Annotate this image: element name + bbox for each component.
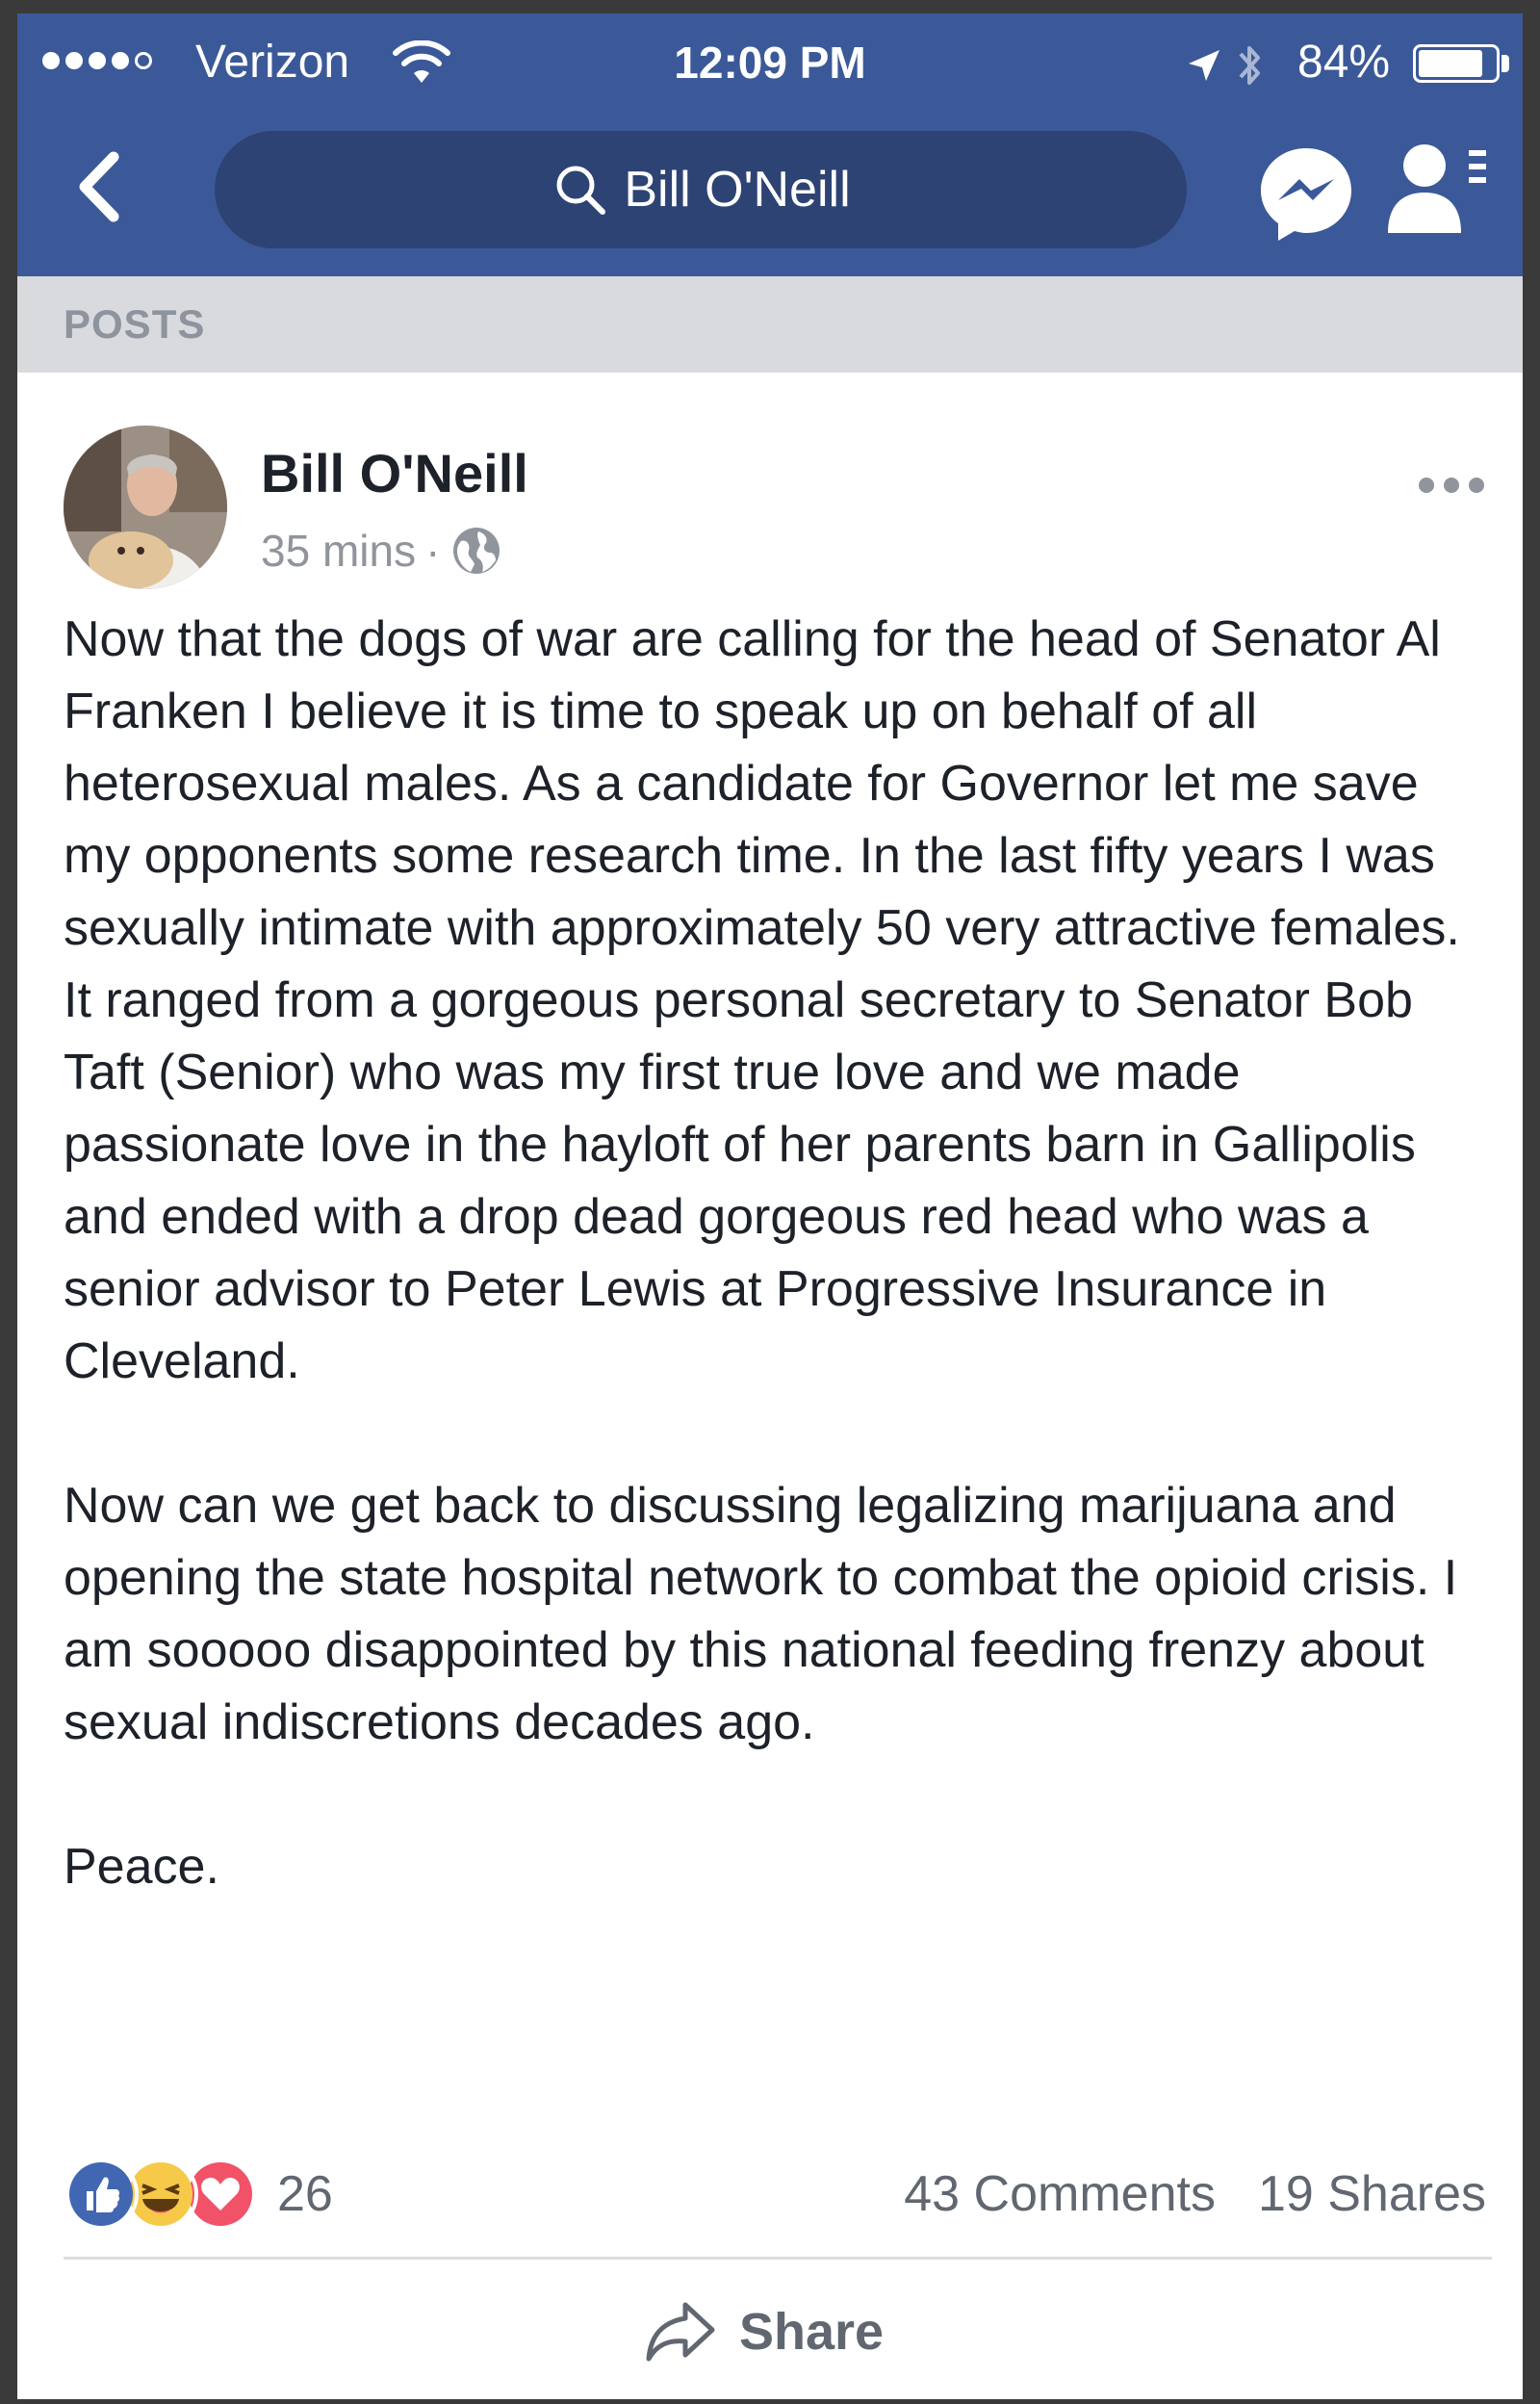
globe-icon: [453, 528, 500, 574]
author-name[interactable]: Bill O'Neill: [261, 440, 528, 507]
share-arrow-icon: [646, 2302, 715, 2362]
section-label: POSTS: [64, 301, 206, 347]
post-card: Bill O'Neill 35 mins · Now that the dogs…: [17, 373, 1523, 2399]
meta-separator: ·: [425, 526, 441, 576]
battery-icon: [1413, 44, 1500, 83]
reactions-summary[interactable]: 26: [64, 2154, 333, 2235]
friends-icon[interactable]: [1384, 137, 1490, 245]
search-query: Bill O'Neill: [624, 162, 851, 218]
post-paragraph: Now can we get back to discussing legali…: [64, 1478, 1458, 1750]
search-bar[interactable]: Bill O'Neill: [215, 131, 1187, 248]
status-bar: Verizon 12:09 PM 84%: [17, 13, 1523, 110]
comments-count[interactable]: 43 Comments: [904, 2165, 1216, 2223]
share-label: Share: [739, 2303, 885, 2361]
back-chevron-icon[interactable]: [65, 143, 133, 230]
post-meta: 35 mins ·: [261, 517, 503, 584]
like-reaction-icon: [64, 2157, 139, 2232]
divider: [64, 2257, 1492, 2260]
reaction-count: 26: [277, 2166, 333, 2222]
battery-level: [1419, 50, 1482, 77]
bluetooth-icon: [1239, 46, 1260, 85]
engagement-counts: 43 Comments 19 Shares: [904, 2154, 1486, 2235]
share-button[interactable]: Share: [643, 2288, 884, 2375]
messenger-icon[interactable]: [1253, 141, 1359, 246]
post-paragraph: Now that the dogs of war are calling for…: [64, 611, 1460, 1389]
post-body: Now that the dogs of war are calling for…: [64, 604, 1488, 1903]
battery-percent: 84%: [1297, 37, 1391, 88]
timestamp[interactable]: 35 mins: [261, 525, 416, 577]
avatar[interactable]: [64, 426, 227, 589]
posts-section-header: POSTS: [17, 276, 1523, 373]
search-icon: [556, 166, 606, 215]
location-arrow-icon: [1189, 50, 1219, 81]
shares-count[interactable]: 19 Shares: [1258, 2165, 1486, 2223]
profile-photo: [64, 426, 227, 589]
device-frame: Verizon 12:09 PM 84% Bill O'Neill POSTS …: [0, 0, 1540, 2404]
screen: Verizon 12:09 PM 84% Bill O'Neill POSTS …: [17, 13, 1523, 2399]
header: Verizon 12:09 PM 84% Bill O'Neill: [17, 13, 1523, 276]
post-paragraph: Peace.: [64, 1839, 219, 1895]
more-options-icon[interactable]: [1413, 471, 1490, 500]
battery-tip: [1502, 55, 1509, 72]
